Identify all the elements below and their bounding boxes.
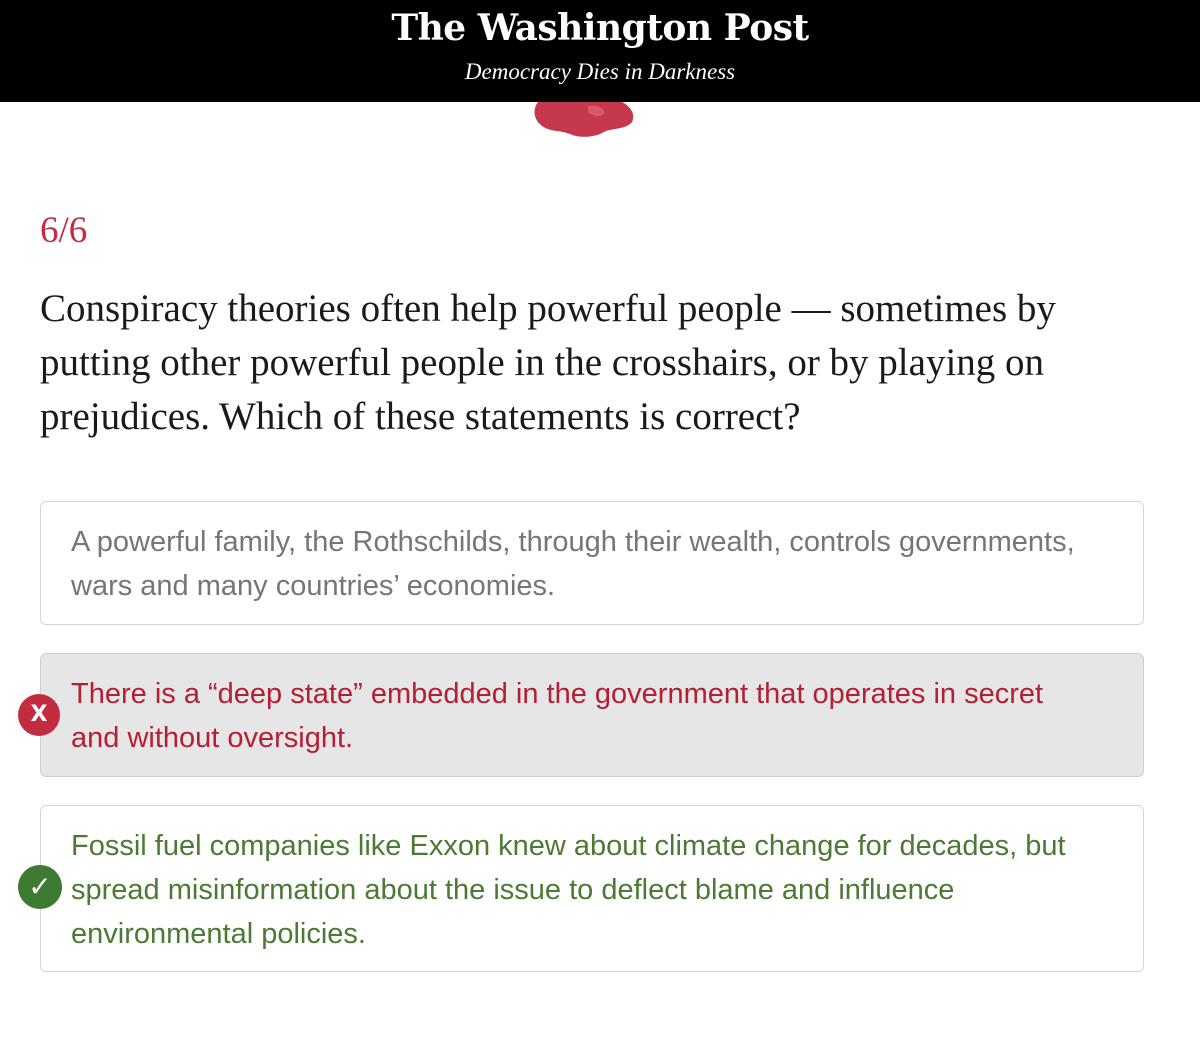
answer-option-3-text: Fossil fuel companies like Exxon knew ab… [71,830,1066,950]
answer-option-2-text: There is a “deep state” embedded in the … [71,678,1044,754]
answer-option-1-text: A powerful family, the Rothschilds, thro… [71,526,1075,602]
illustration-blob [534,102,634,137]
answer-option-1[interactable]: A powerful family, the Rothschilds, thro… [40,501,1144,625]
site-tagline: Democracy Dies in Darkness [464,59,736,84]
x-icon: X [18,694,60,736]
question-counter: 6/6 [40,210,88,251]
site-logo[interactable]: The Washington Post [0,4,1200,52]
answer-option-2-incorrect[interactable]: There is a “deep state” embedded in the … [40,653,1144,777]
question-text: Conspiracy theories often help powerful … [40,287,1056,438]
answer-option-3-correct[interactable]: Fossil fuel companies like Exxon knew ab… [40,805,1144,972]
masthead: The Washington Post Democracy Dies in Da… [0,0,1200,102]
check-icon: ✓ [18,865,62,909]
